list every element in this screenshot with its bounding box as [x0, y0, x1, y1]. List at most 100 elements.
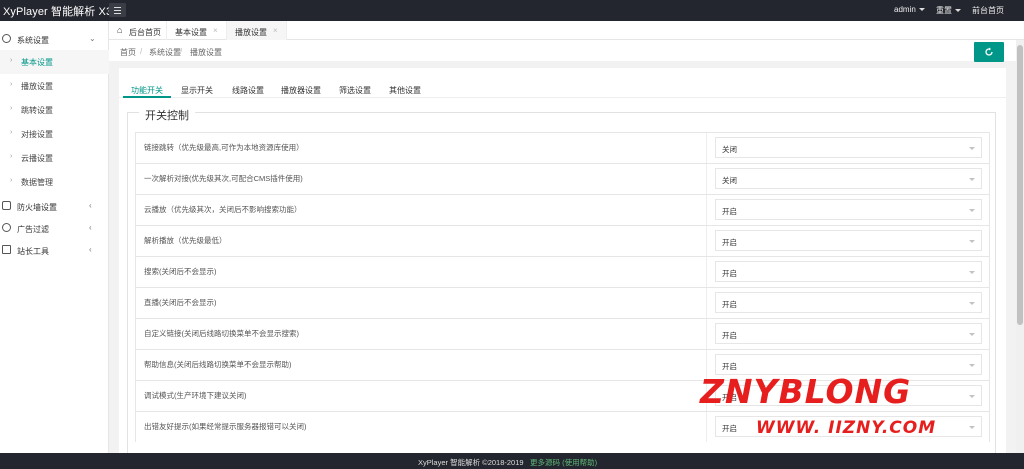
- sidebar-item-cloud[interactable]: › 云播设置: [0, 146, 109, 170]
- sidebar-item-label: 数据管理: [21, 178, 53, 187]
- sidebar-group-label: 防火墙设置: [17, 203, 57, 212]
- subtab-features[interactable]: 功能开关: [131, 85, 163, 96]
- caret-down-icon: [969, 209, 975, 212]
- setting-label: 直播(关闭后不会显示): [144, 298, 217, 307]
- scrollbar-thumb[interactable]: [1017, 45, 1023, 325]
- tab-label: 基本设置: [175, 28, 207, 37]
- tab-play-settings[interactable]: 播放设置 ×: [227, 21, 287, 40]
- subtab-filter[interactable]: 筛选设置: [339, 85, 371, 96]
- sidebar-item-jump[interactable]: › 跳转设置: [0, 98, 109, 122]
- setting-select[interactable]: 开启: [715, 292, 982, 313]
- tab-basic-settings[interactable]: 基本设置 ×: [167, 21, 227, 40]
- menu-toggle-button[interactable]: [109, 3, 126, 17]
- sidebar-item-label: 云播设置: [21, 154, 53, 163]
- setting-row: 解析播放（优先级最低） 开启: [135, 225, 990, 256]
- setting-select[interactable]: 开启: [715, 261, 982, 282]
- bullet-icon: ›: [10, 129, 13, 136]
- bullet-icon: ›: [10, 177, 13, 184]
- refresh-button[interactable]: [974, 42, 1004, 62]
- grid-icon: [2, 245, 11, 254]
- front-home-link[interactable]: 前台首页: [972, 5, 1004, 16]
- setting-label: 解析播放（优先级最低）: [144, 236, 227, 245]
- close-icon[interactable]: ×: [213, 26, 218, 35]
- hamburger-icon: [114, 7, 121, 8]
- select-value: 关闭: [722, 176, 737, 185]
- setting-label: 云播放（优先级其次，关闭后不影响搜索功能）: [144, 205, 302, 214]
- caret-down-icon: [969, 333, 975, 336]
- setting-row: 直播(关闭后不会显示) 开启: [135, 287, 990, 318]
- select-value: 开启: [722, 269, 737, 278]
- top-bar: XyPlayer 智能解析 X3 admin 重置 前台首页: [0, 0, 1024, 21]
- sidebar-item-label: 跳转设置: [21, 106, 53, 115]
- setting-row: 搜索(关闭后不会显示) 开启: [135, 256, 990, 287]
- setting-select[interactable]: 关闭: [715, 137, 982, 158]
- page-scrollbar[interactable]: [1016, 40, 1024, 453]
- user-menu[interactable]: admin: [894, 5, 925, 14]
- sidebar-item-data[interactable]: › 数据管理: [0, 170, 109, 194]
- divider: [706, 288, 707, 318]
- setting-select[interactable]: 开启: [715, 230, 982, 251]
- setting-label: 链接跳转（优先级最高,可作为本地资源库使用）: [144, 143, 304, 152]
- subtab-other[interactable]: 其他设置: [389, 85, 421, 96]
- caret-down-icon: [969, 302, 975, 305]
- select-value: 开启: [722, 362, 737, 371]
- caret-down-icon: [969, 240, 975, 243]
- sidebar: 系统设置 ⌄ › 基本设置 › 播放设置 › 跳转设置 › 对接设置 › 云播设…: [0, 21, 109, 453]
- divider: [706, 164, 707, 194]
- breadcrumb-current: 播放设置: [190, 48, 222, 57]
- footer-link[interactable]: 更多源码 (使用帮助): [530, 457, 597, 468]
- sidebar-item-label: 对接设置: [21, 130, 53, 139]
- sidebar-group-label: 站长工具: [17, 247, 49, 256]
- caret-down-icon: [969, 178, 975, 181]
- breadcrumb-home[interactable]: 首页: [120, 47, 136, 58]
- footer: XyPlayer 智能解析 ©2018-2019 更多源码 (使用帮助): [0, 453, 1024, 469]
- setting-select[interactable]: 开启: [715, 199, 982, 220]
- sidebar-item-play[interactable]: › 播放设置: [0, 74, 109, 98]
- tab-bar: ⌂ 后台首页 基本设置 × 播放设置 ×: [109, 21, 1024, 40]
- setting-label: 帮助信息(关闭后线路切换菜单不会显示帮助): [144, 360, 292, 369]
- setting-select[interactable]: 开启: [715, 323, 982, 344]
- user-menu-label: admin: [894, 5, 916, 14]
- sidebar-group-tools[interactable]: 站长工具 ‹: [0, 239, 109, 261]
- setting-label: 一次解析对接(优先级其次,可配合CMS插件使用): [144, 174, 303, 183]
- reset-menu-label: 重置: [936, 6, 952, 15]
- breadcrumb-system[interactable]: 系统设置: [149, 47, 181, 58]
- sidebar-group-label: 广告过滤: [17, 225, 49, 234]
- divider: [706, 195, 707, 225]
- sidebar-group-system[interactable]: 系统设置 ⌄: [0, 28, 109, 50]
- setting-row: 链接跳转（优先级最高,可作为本地资源库使用） 关闭: [135, 132, 990, 163]
- setting-select[interactable]: 关闭: [715, 168, 982, 189]
- subtab-display[interactable]: 显示开关: [181, 85, 213, 96]
- caret-down-icon: [955, 9, 961, 12]
- shield-icon: [2, 201, 11, 210]
- reset-menu[interactable]: 重置: [936, 5, 961, 16]
- bullet-icon: ›: [10, 105, 13, 112]
- sidebar-item-label: 基本设置: [21, 58, 53, 67]
- setting-row: 一次解析对接(优先级其次,可配合CMS插件使用) 关闭: [135, 163, 990, 194]
- sidebar-group-firewall[interactable]: 防火墙设置 ‹: [0, 195, 109, 217]
- close-icon[interactable]: ×: [273, 26, 278, 35]
- bullet-icon: ›: [10, 81, 13, 88]
- sidebar-item-dock[interactable]: › 对接设置: [0, 122, 109, 146]
- breadcrumb-separator: /: [140, 47, 143, 56]
- caret-down-icon: [969, 271, 975, 274]
- divider: [706, 226, 707, 256]
- refresh-icon: [985, 47, 993, 56]
- sidebar-group-ad-filter[interactable]: 广告过滤 ‹: [0, 217, 109, 239]
- divider: [706, 257, 707, 287]
- tab-label: 后台首页: [129, 28, 161, 37]
- setting-label: 出错友好提示(如果经常提示服务器报错可以关闭): [144, 422, 307, 431]
- chevron-left-icon: ‹: [89, 223, 92, 232]
- sidebar-item-basic[interactable]: › 基本设置: [0, 50, 109, 74]
- setting-row: 云播放（优先级其次，关闭后不影响搜索功能） 开启: [135, 194, 990, 225]
- watermark-url: WWW. IIZNY.COM: [756, 418, 937, 438]
- chevron-left-icon: ‹: [89, 201, 92, 210]
- subtab-lines[interactable]: 线路设置: [232, 85, 264, 96]
- select-value: 开启: [722, 300, 737, 309]
- caret-down-icon: [969, 147, 975, 150]
- footer-copyright: XyPlayer 智能解析 ©2018-2019: [418, 458, 524, 467]
- bullet-icon: ›: [10, 153, 13, 160]
- subtab-player[interactable]: 播放器设置: [281, 85, 321, 96]
- divider: [706, 319, 707, 349]
- tab-home[interactable]: ⌂ 后台首页: [109, 21, 167, 40]
